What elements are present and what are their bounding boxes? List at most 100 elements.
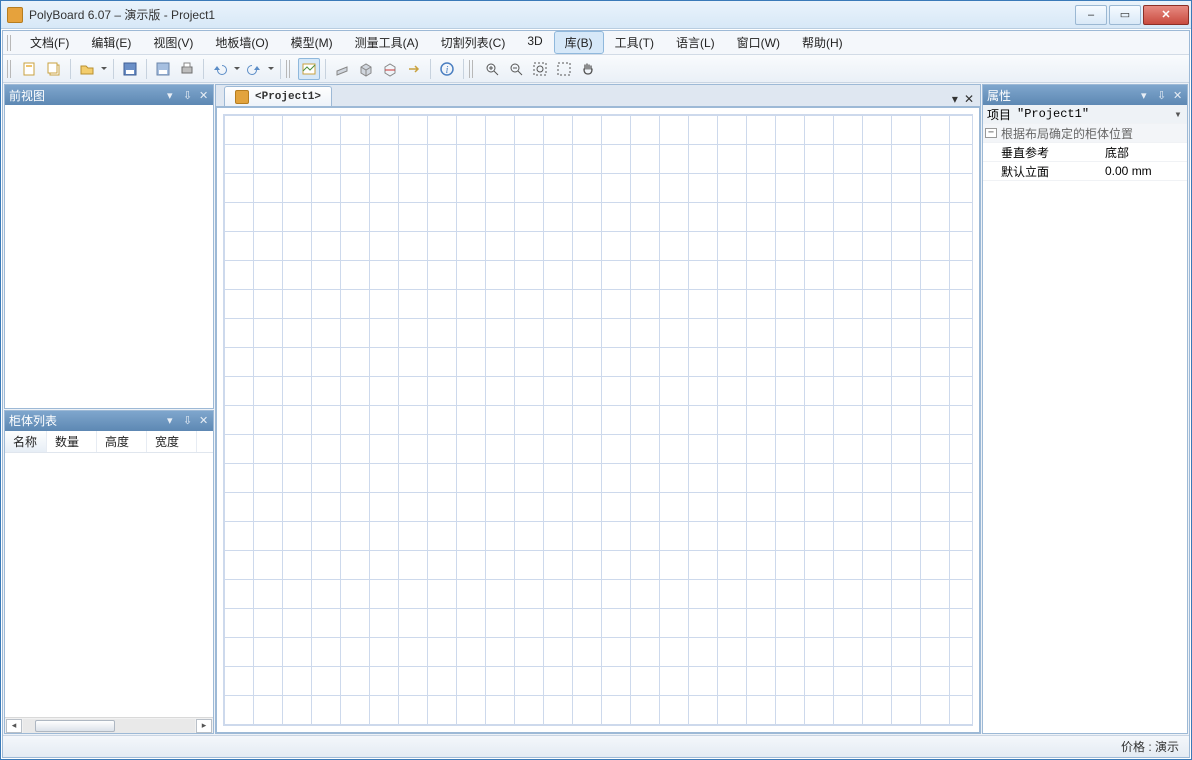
toolbar-separator bbox=[70, 59, 71, 79]
toolbar-grip-2[interactable] bbox=[286, 60, 292, 78]
scroll-thumb[interactable] bbox=[35, 720, 115, 732]
properties-body: 项目 "Project1" ▾ − 根据布局确定的柜体位置 垂直参考 底部 bbox=[983, 105, 1187, 733]
window-title: PolyBoard 6.07 – 演示版 - Project1 bbox=[29, 6, 1073, 23]
hscrollbar[interactable]: ◂ ▸ bbox=[5, 717, 213, 733]
tab-menu-icon[interactable]: ▾ bbox=[952, 92, 958, 106]
menubar-grip[interactable] bbox=[7, 35, 13, 51]
menu-库[interactable]: 库(B) bbox=[554, 31, 604, 54]
info-icon[interactable]: i bbox=[436, 58, 458, 80]
properties-title: 属性 bbox=[987, 87, 1011, 104]
prop-value: 0.00 mm bbox=[1105, 164, 1185, 178]
toolbar-grip[interactable] bbox=[7, 60, 13, 78]
prop-key: 垂直参考 bbox=[985, 144, 1105, 161]
redo-icon[interactable] bbox=[243, 58, 265, 80]
inner-frame: 文档(F)编辑(E)视图(V)地板墙(O)模型(M)测量工具(A)切割列表(C)… bbox=[2, 30, 1190, 758]
prop-row[interactable]: 垂直参考 底部 bbox=[983, 143, 1187, 162]
close-button[interactable]: ✕ bbox=[1143, 5, 1189, 25]
statusbar: 价格 : 演示 bbox=[3, 735, 1189, 757]
prop-project-row[interactable]: 项目 "Project1" ▾ bbox=[983, 105, 1187, 124]
titlebar[interactable]: PolyBoard 6.07 – 演示版 - Project1 – ▭ ✕ bbox=[1, 1, 1191, 29]
menubar: 文档(F)编辑(E)视图(V)地板墙(O)模型(M)测量工具(A)切割列表(C)… bbox=[3, 31, 1189, 55]
panel-close-icon[interactable]: ✕ bbox=[1173, 89, 1183, 102]
redo-dropdown[interactable] bbox=[267, 64, 275, 73]
cabinet-list-header[interactable]: 柜体列表 ▾ ⇩ ✕ bbox=[5, 411, 213, 431]
toolbar-separator bbox=[113, 59, 114, 79]
panel-menu-icon[interactable]: ▾ bbox=[167, 89, 177, 102]
document-tab[interactable]: <Project1> bbox=[224, 86, 332, 106]
menu-编辑[interactable]: 编辑(E) bbox=[80, 31, 142, 54]
cabinet-list-area[interactable] bbox=[5, 453, 213, 718]
collapse-icon[interactable]: − bbox=[985, 128, 997, 138]
menu-测量工具[interactable]: 测量工具(A) bbox=[344, 31, 430, 54]
app-icon bbox=[7, 7, 23, 23]
prop-project-label: 项目 bbox=[985, 106, 1011, 123]
menu-视图[interactable]: 视图(V) bbox=[142, 31, 204, 54]
menu-模型[interactable]: 模型(M) bbox=[280, 31, 344, 54]
prop-section-label: 根据布局确定的柜体位置 bbox=[1001, 125, 1133, 142]
properties-header[interactable]: 属性 ▾ ⇩ ✕ bbox=[983, 85, 1187, 105]
undo-icon[interactable] bbox=[209, 58, 231, 80]
cut-icon[interactable] bbox=[379, 58, 401, 80]
prop-row[interactable]: 默认立面 0.00 mm bbox=[983, 162, 1187, 181]
panel-close-icon[interactable]: ✕ bbox=[199, 89, 209, 102]
zoom-out-icon[interactable] bbox=[505, 58, 527, 80]
col-width[interactable]: 宽度 bbox=[147, 431, 197, 452]
zoom-in-icon[interactable] bbox=[481, 58, 503, 80]
menu-语言[interactable]: 语言(L) bbox=[665, 31, 726, 54]
menu-窗口[interactable]: 窗口(W) bbox=[726, 31, 791, 54]
save-icon[interactable] bbox=[119, 58, 141, 80]
menu-工具[interactable]: 工具(T) bbox=[604, 31, 665, 54]
menu-3D[interactable]: 3D bbox=[516, 31, 553, 54]
scroll-track[interactable] bbox=[23, 719, 195, 733]
menu-切割列表[interactable]: 切割列表(C) bbox=[430, 31, 517, 54]
zoom-extent-icon[interactable] bbox=[529, 58, 551, 80]
menu-帮助[interactable]: 帮助(H) bbox=[791, 31, 854, 54]
undo-dropdown[interactable] bbox=[233, 64, 241, 73]
view-mode-icon[interactable] bbox=[298, 58, 320, 80]
zoom-window-icon[interactable] bbox=[553, 58, 575, 80]
box-icon[interactable] bbox=[355, 58, 377, 80]
open-dropdown[interactable] bbox=[100, 64, 108, 73]
plane-icon[interactable] bbox=[331, 58, 353, 80]
pan-icon[interactable] bbox=[577, 58, 599, 80]
panel-close-icon[interactable]: ✕ bbox=[199, 414, 209, 427]
col-qty[interactable]: 数量 bbox=[47, 431, 97, 452]
col-name[interactable]: 名称 bbox=[5, 431, 47, 452]
center-column: <Project1> ▾ ✕ bbox=[215, 84, 981, 734]
toolbar: i bbox=[3, 55, 1189, 83]
minimize-button[interactable]: – bbox=[1075, 5, 1107, 25]
prop-project-value: "Project1" bbox=[1011, 107, 1089, 121]
open-icon[interactable] bbox=[76, 58, 98, 80]
prop-section-row[interactable]: − 根据布局确定的柜体位置 bbox=[983, 124, 1187, 143]
toolbar-separator bbox=[430, 59, 431, 79]
scroll-left-icon[interactable]: ◂ bbox=[6, 719, 22, 733]
front-view-body[interactable] bbox=[5, 105, 213, 408]
svg-text:i: i bbox=[446, 65, 449, 76]
document-tabs: <Project1> ▾ ✕ bbox=[216, 85, 980, 107]
col-height[interactable]: 高度 bbox=[97, 431, 147, 452]
copy-icon[interactable] bbox=[43, 58, 65, 80]
maximize-button[interactable]: ▭ bbox=[1109, 5, 1141, 25]
toolbar-grip-3[interactable] bbox=[469, 60, 475, 78]
tab-close-icon[interactable]: ✕ bbox=[964, 92, 974, 106]
arrow-icon[interactable] bbox=[403, 58, 425, 80]
print-icon[interactable] bbox=[176, 58, 198, 80]
pin-icon[interactable]: ⇩ bbox=[1157, 89, 1167, 102]
canvas[interactable] bbox=[216, 107, 980, 733]
pin-icon[interactable]: ⇩ bbox=[183, 89, 193, 102]
scroll-right-icon[interactable]: ▸ bbox=[196, 719, 212, 733]
save-as-icon[interactable] bbox=[152, 58, 174, 80]
left-column: 前视图 ▾ ⇩ ✕ 柜体列表 bbox=[4, 84, 214, 734]
pin-icon[interactable]: ⇩ bbox=[183, 414, 193, 427]
properties-panel: 属性 ▾ ⇩ ✕ 项目 "Project1" ▾ bbox=[982, 84, 1188, 734]
chevron-down-icon[interactable]: ▾ bbox=[1171, 107, 1185, 122]
toolbar-separator bbox=[203, 59, 204, 79]
new-icon[interactable] bbox=[19, 58, 41, 80]
panel-menu-icon[interactable]: ▾ bbox=[167, 414, 177, 427]
front-view-header[interactable]: 前视图 ▾ ⇩ ✕ bbox=[5, 85, 213, 105]
cabinet-list-panel: 柜体列表 ▾ ⇩ ✕ 名称 数量 高度 宽度 bbox=[4, 410, 214, 735]
panel-menu-icon[interactable]: ▾ bbox=[1141, 89, 1151, 102]
workspace: 前视图 ▾ ⇩ ✕ 柜体列表 bbox=[3, 83, 1189, 735]
menu-地板墙[interactable]: 地板墙(O) bbox=[204, 31, 279, 54]
menu-文档[interactable]: 文档(F) bbox=[19, 31, 80, 54]
